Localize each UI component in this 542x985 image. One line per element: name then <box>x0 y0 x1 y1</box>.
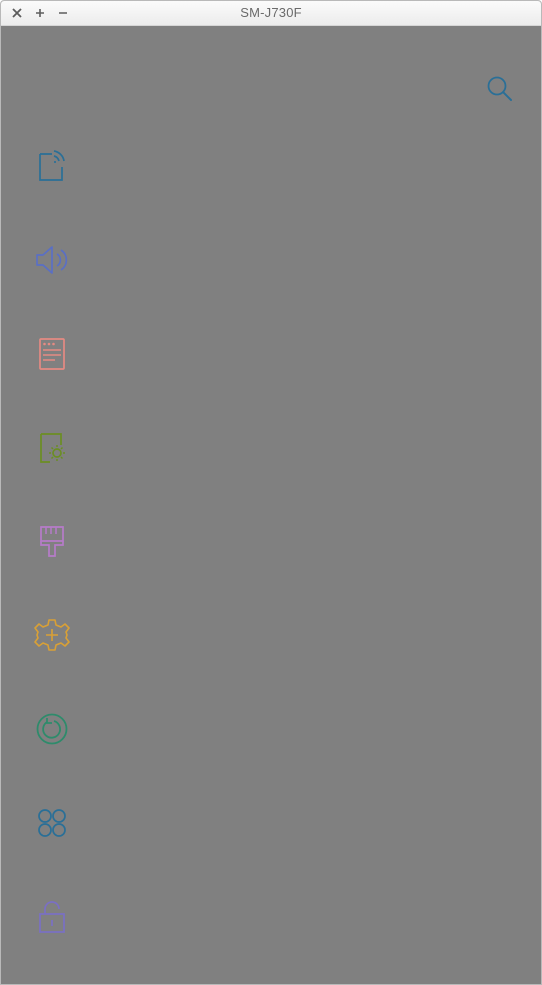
settings-item-wallpapers-themes[interactable] <box>1 501 541 581</box>
window-title: SM-J730F <box>240 5 302 20</box>
settings-item-notifications[interactable] <box>1 313 541 393</box>
settings-item-advanced-features[interactable] <box>1 595 541 675</box>
search-icon <box>487 76 512 101</box>
connections-icon <box>39 150 65 181</box>
advanced-features-icon <box>34 619 70 651</box>
apps-icon <box>38 809 66 837</box>
settings-item-display[interactable] <box>1 407 541 487</box>
notifications-icon <box>39 338 65 370</box>
device-maintenance-icon <box>36 713 68 745</box>
settings-item-lock-screen-security[interactable] <box>1 877 541 957</box>
title-bar: SM-J730F <box>1 1 541 26</box>
sound-icon <box>36 246 68 274</box>
wallpapers-themes-icon <box>40 526 64 557</box>
settings-item-sound[interactable] <box>1 219 541 299</box>
search-button[interactable] <box>485 74 515 104</box>
settings-item-device-maintenance[interactable] <box>1 689 541 769</box>
settings-item-apps[interactable] <box>1 783 541 863</box>
app-window: SM-J730F <box>0 0 542 985</box>
device-screen <box>1 26 541 984</box>
settings-item-connections[interactable] <box>1 125 541 205</box>
lock-screen-security-icon <box>39 901 65 933</box>
display-icon <box>40 433 65 463</box>
